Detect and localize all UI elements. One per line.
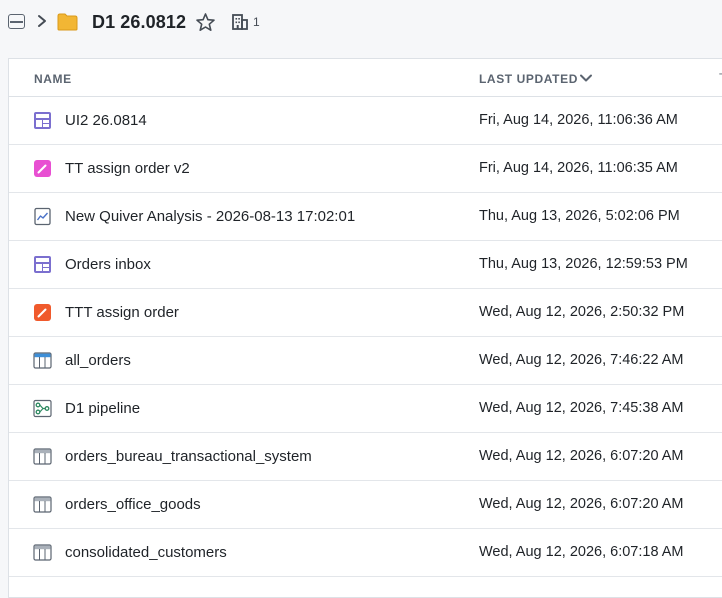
table-row[interactable]: orders_office_goods Wed, Aug 12, 2026, 6… xyxy=(9,481,722,529)
sidebar-toggle-icon[interactable] xyxy=(8,14,25,29)
table-row[interactable]: UI2 26.0814 Fri, Aug 14, 2026, 11:06:36 … xyxy=(9,97,722,145)
orange-action-icon xyxy=(34,304,51,321)
chevron-right-icon[interactable] xyxy=(36,12,48,30)
row-last-updated: Wed, Aug 12, 2026, 7:45:38 AM xyxy=(479,400,684,416)
header-bar: D1 26.0812 1 xyxy=(0,0,722,46)
pipeline-icon xyxy=(33,399,52,418)
row-last-updated: Wed, Aug 12, 2026, 7:46:22 AM xyxy=(479,352,684,368)
page-title: D1 26.0812 xyxy=(92,12,187,32)
chevron-down-icon[interactable] xyxy=(579,71,593,85)
analysis-chart-icon xyxy=(34,207,51,226)
column-header-name[interactable]: NAME xyxy=(34,72,72,86)
row-name[interactable]: all_orders xyxy=(65,352,131,369)
row-name[interactable]: orders_bureau_transactional_system xyxy=(65,448,312,465)
star-icon[interactable] xyxy=(195,12,216,33)
folder-icon xyxy=(57,13,78,31)
table-row[interactable]: Orders inbox Thu, Aug 13, 2026, 12:59:53… xyxy=(9,241,722,289)
row-name[interactable]: TT assign order v2 xyxy=(65,160,190,177)
row-last-updated: Wed, Aug 12, 2026, 2:50:32 PM xyxy=(479,304,685,320)
table-header: NAME LAST UPDATED T xyxy=(9,59,722,97)
row-name[interactable]: Orders inbox xyxy=(65,256,151,273)
row-name[interactable]: orders_office_goods xyxy=(65,496,201,513)
row-last-updated: Thu, Aug 13, 2026, 5:02:06 PM xyxy=(479,208,680,224)
row-last-updated: Thu, Aug 13, 2026, 12:59:53 PM xyxy=(479,256,688,272)
dataset-gray-icon xyxy=(33,496,52,513)
dataset-gray-icon xyxy=(33,544,52,561)
table-row[interactable]: all_orders Wed, Aug 12, 2026, 7:46:22 AM xyxy=(9,337,722,385)
dataset-gray-icon xyxy=(33,448,52,465)
table-row[interactable]: New Quiver Analysis - 2026-08-13 17:02:0… xyxy=(9,193,722,241)
workshop-app-icon xyxy=(34,256,51,273)
table-row[interactable]: orders_bureau_transactional_system Wed, … xyxy=(9,433,722,481)
row-last-updated: Fri, Aug 14, 2026, 11:06:36 AM xyxy=(479,112,678,128)
row-last-updated: Wed, Aug 12, 2026, 6:07:18 AM xyxy=(479,544,684,560)
table-row[interactable]: D1 pipeline Wed, Aug 12, 2026, 7:45:38 A… xyxy=(9,385,722,433)
table-row[interactable]: TTT assign order Wed, Aug 12, 2026, 2:50… xyxy=(9,289,722,337)
member-count: 1 xyxy=(253,15,260,29)
row-name[interactable]: TTT assign order xyxy=(65,304,179,321)
building-icon[interactable] xyxy=(232,14,248,30)
file-list-panel: NAME LAST UPDATED T UI2 26.0814 Fri, Aug… xyxy=(8,58,722,598)
workshop-app-icon xyxy=(34,112,51,129)
row-last-updated: Fri, Aug 14, 2026, 11:06:35 AM xyxy=(479,160,678,176)
dataset-blue-icon xyxy=(33,352,52,369)
table-row[interactable]: TT assign order v2 Fri, Aug 14, 2026, 11… xyxy=(9,145,722,193)
row-last-updated: Wed, Aug 12, 2026, 6:07:20 AM xyxy=(479,496,684,512)
pink-action-icon xyxy=(34,160,51,177)
table-row[interactable]: consolidated_customers Wed, Aug 12, 2026… xyxy=(9,529,722,577)
row-name[interactable]: D1 pipeline xyxy=(65,400,140,417)
row-last-updated: Wed, Aug 12, 2026, 6:07:20 AM xyxy=(479,448,684,464)
row-name[interactable]: consolidated_customers xyxy=(65,544,227,561)
row-name[interactable]: New Quiver Analysis - 2026-08-13 17:02:0… xyxy=(65,208,355,225)
column-header-last-updated[interactable]: LAST UPDATED xyxy=(479,72,578,86)
row-name[interactable]: UI2 26.0814 xyxy=(65,112,147,129)
